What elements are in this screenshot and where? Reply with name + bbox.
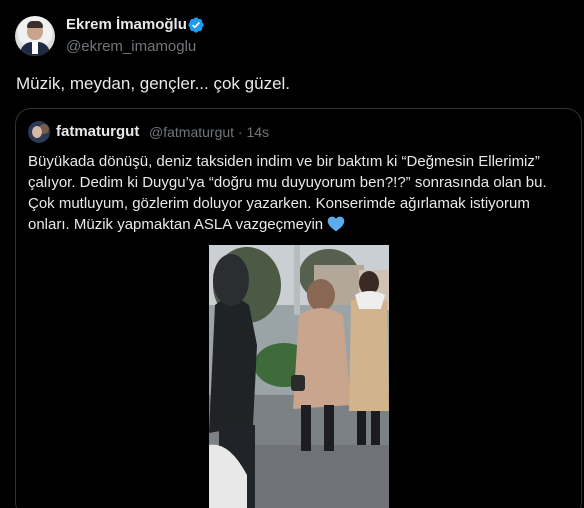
author-avatar[interactable]: [15, 16, 55, 56]
video-thumbnail[interactable]: [209, 245, 389, 508]
quoted-author-name[interactable]: fatmaturgut: [56, 123, 139, 140]
verified-badge-icon: [188, 17, 204, 33]
tweet-text: Müzik, meydan, gençler... çok güzel.: [16, 74, 291, 93]
tweet: Ekrem İmamoğlu @ekrem_imamoglu Müzik, me…: [0, 0, 584, 508]
blue-heart-icon: [327, 216, 345, 232]
quoted-meta: @fatmaturgut · 14s: [149, 124, 269, 140]
quoted-text-body: Büyükada dönüşü, deniz taksiden indim ve…: [28, 153, 547, 233]
meta-separator: ·: [237, 124, 243, 140]
quoted-tweet[interactable]: fatmaturgut @fatmaturgut · 14s Büyükada …: [15, 108, 582, 508]
quoted-author-handle[interactable]: @fatmaturgut: [149, 124, 234, 140]
quoted-author-avatar[interactable]: [28, 121, 50, 143]
quoted-time[interactable]: 14s: [246, 124, 269, 140]
quoted-text: Büyükada dönüşü, deniz taksiden indim ve…: [28, 151, 573, 235]
author-name[interactable]: Ekrem İmamoğlu: [66, 16, 187, 33]
author-handle[interactable]: @ekrem_imamoglu: [66, 38, 196, 55]
video-player[interactable]: [16, 245, 581, 508]
